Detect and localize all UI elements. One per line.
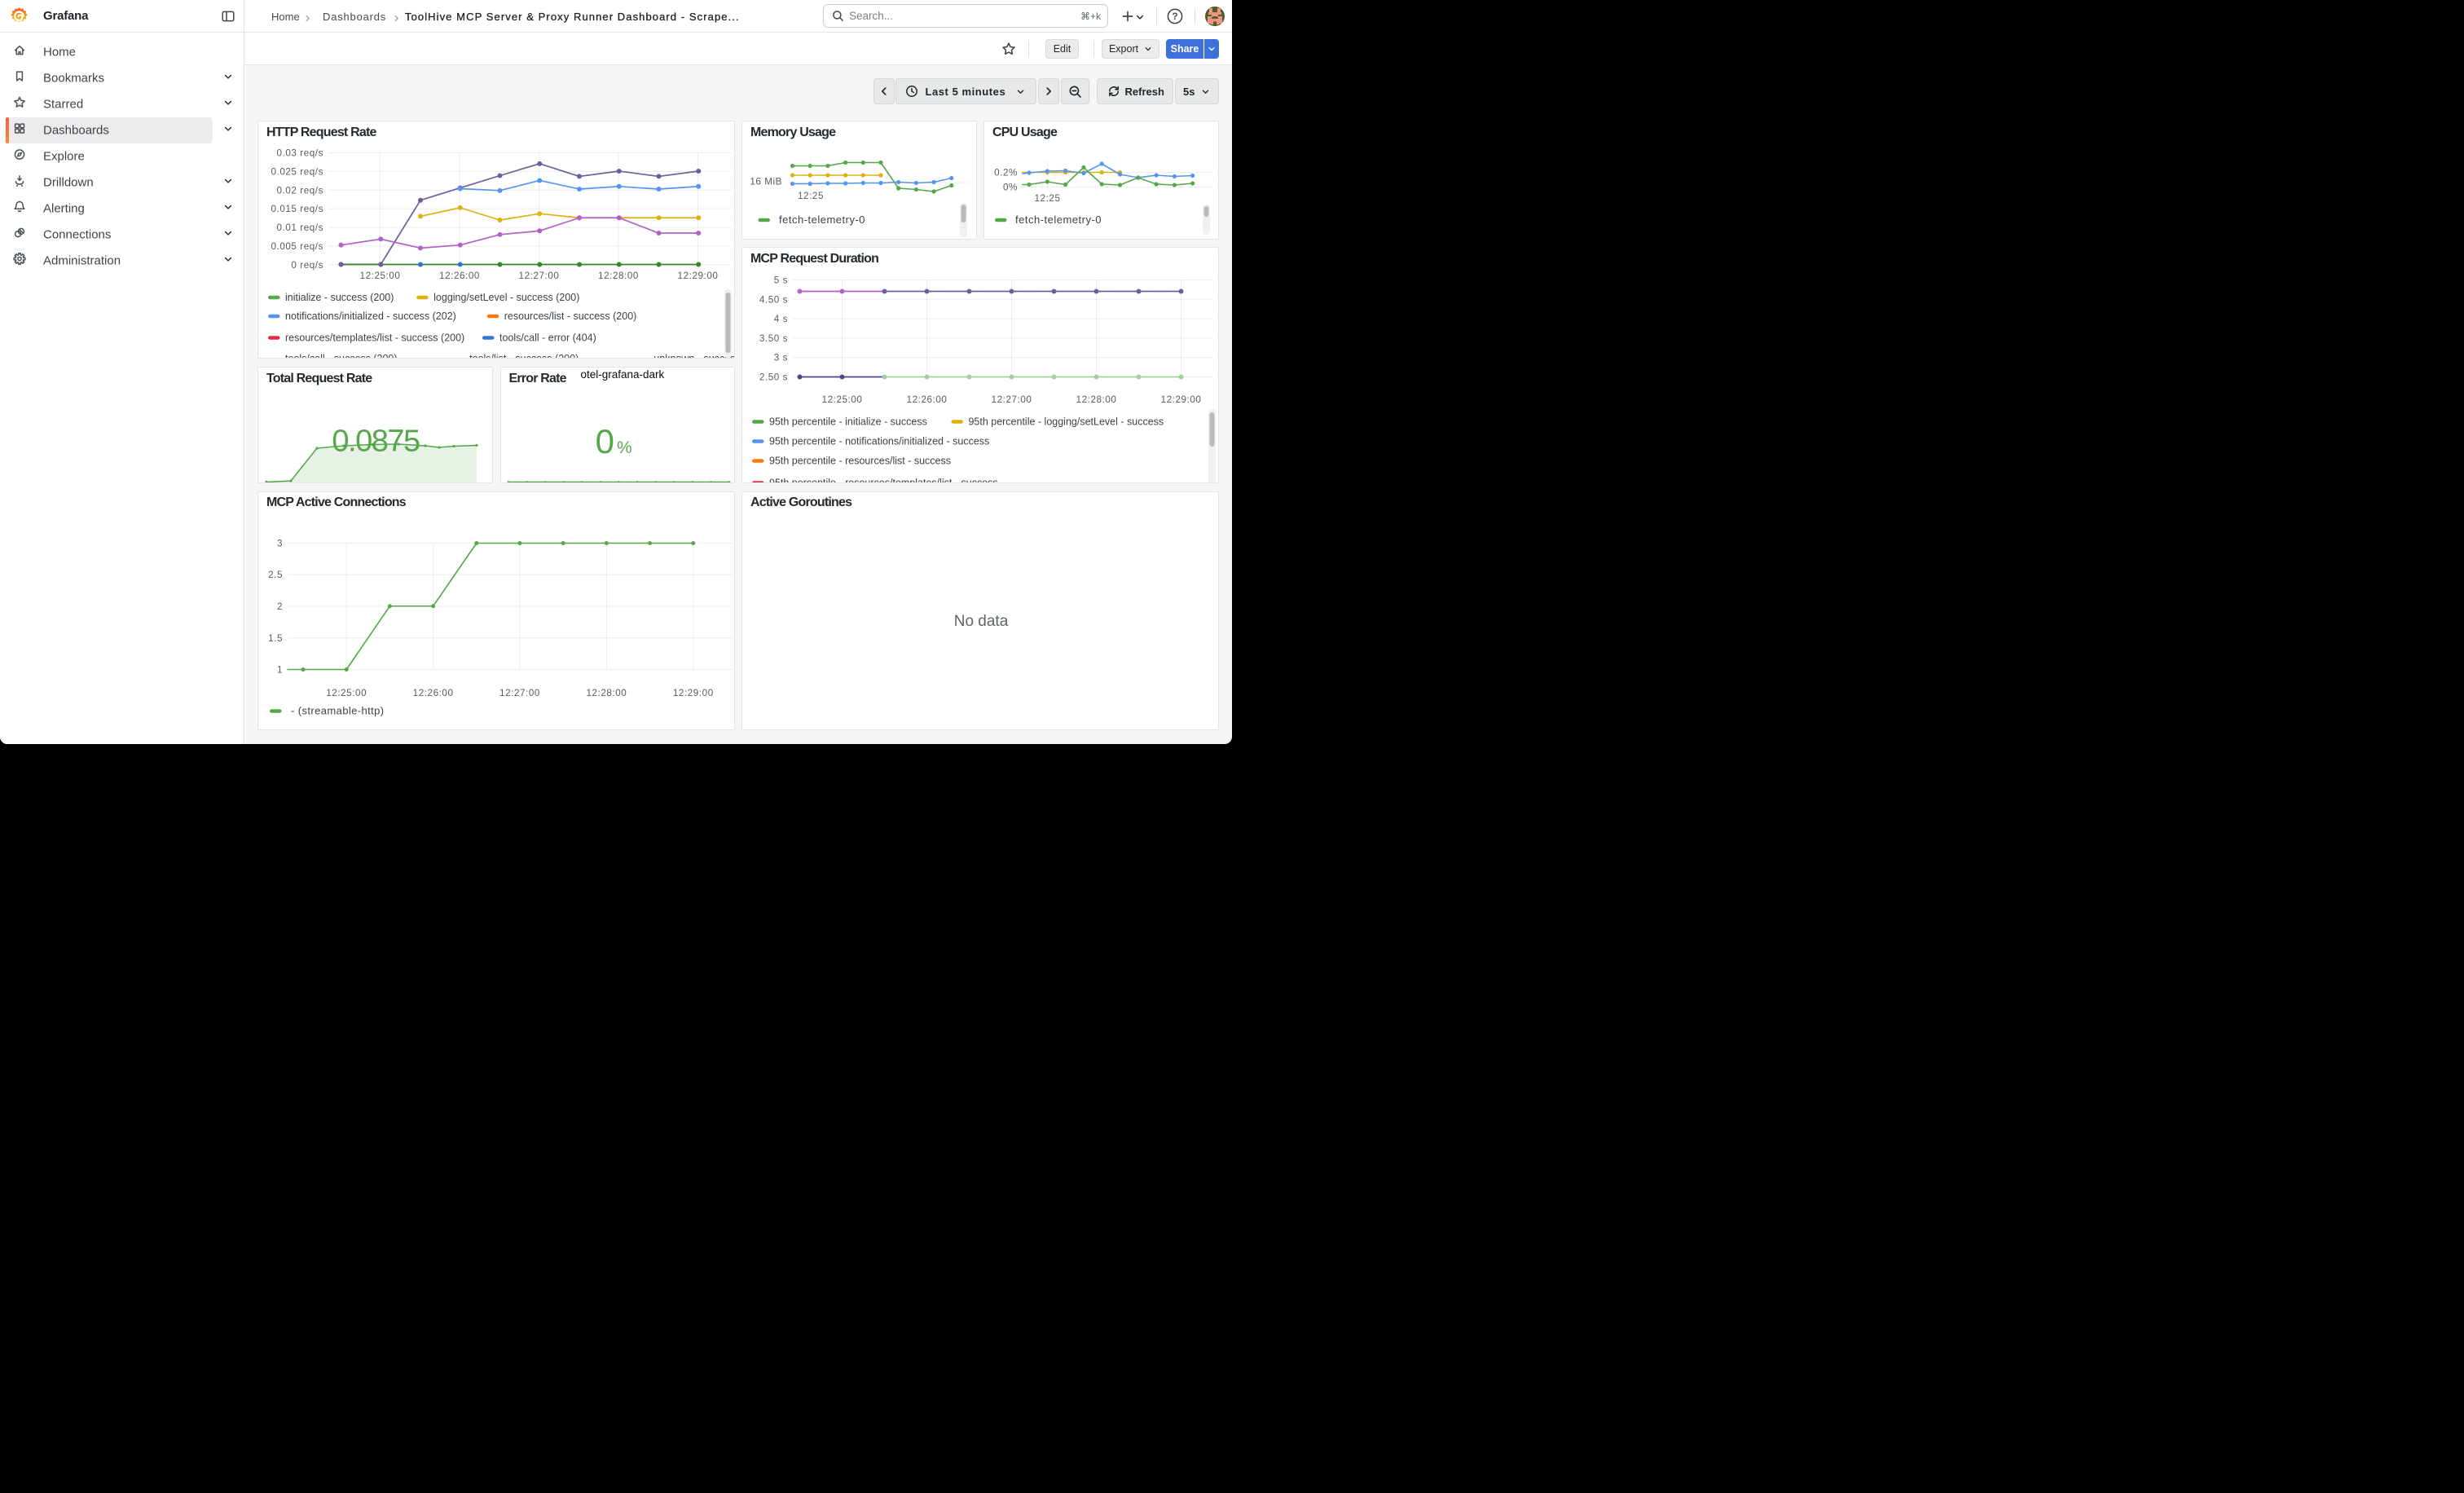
svg-text:12:28:00: 12:28:00 [1076,394,1117,405]
svg-text:12:25: 12:25 [1035,193,1061,204]
svg-text:16 MiB: 16 MiB [750,177,782,187]
svg-text:12:28:00: 12:28:00 [586,688,627,698]
svg-text:0.02 req/s: 0.02 req/s [277,185,323,196]
svg-text:0.03 req/s: 0.03 req/s [277,148,323,159]
svg-text:fetch-telemetry-0: fetch-telemetry-0 [1015,214,1102,226]
svg-text:initialize - success (200): initialize - success (200) [285,292,394,303]
svg-text:3.50 s: 3.50 s [759,333,788,344]
svg-text:12:26:00: 12:26:00 [439,271,480,281]
svg-text:0.005 req/s: 0.005 req/s [271,241,323,252]
svg-text:tools/call - error (404): tools/call - error (404) [499,333,596,344]
svg-text:12:25:00: 12:25:00 [326,688,367,698]
svg-text:1: 1 [277,664,283,675]
svg-text:12:29:00: 12:29:00 [673,688,714,698]
svg-text:4 s: 4 s [774,314,788,324]
svg-text:fetch-telemetry-0: fetch-telemetry-0 [779,214,865,226]
svg-text:4.50 s: 4.50 s [759,294,788,305]
svg-text:0%: 0% [1003,183,1018,193]
svg-text:resources/templates/list - suc: resources/templates/list - success (200) [285,333,464,344]
svg-text:12:29:00: 12:29:00 [1161,394,1202,405]
svg-text:%: % [617,438,632,457]
svg-text:12:27:00: 12:27:00 [992,394,1032,405]
svg-text:12:27:00: 12:27:00 [499,688,540,698]
svg-text:tools/call - success (200): tools/call - success (200) [285,353,398,359]
svg-text:5 s: 5 s [774,275,788,286]
svg-text:12:25:00: 12:25:00 [360,271,401,281]
svg-text:12:25:00: 12:25:00 [822,394,863,405]
svg-text:3 s: 3 s [774,353,788,363]
svg-text:95th percentile - resources/li: 95th percentile - resources/list - succe… [769,456,951,467]
svg-text:12:26:00: 12:26:00 [413,688,454,698]
svg-text:2: 2 [277,601,283,612]
svg-text:95th percentile - notification: 95th percentile - notifications/initiali… [769,436,989,447]
svg-text:12:26:00: 12:26:00 [907,394,948,405]
svg-text:2.5: 2.5 [268,570,283,580]
svg-text:12:29:00: 12:29:00 [678,271,719,281]
svg-text:12:27:00: 12:27:00 [519,271,560,281]
svg-text:0: 0 [595,422,614,460]
svg-text:notifications/initialized - su: notifications/initialized - success (202… [285,310,456,322]
svg-text:logging/setLevel - success (20: logging/setLevel - success (200) [433,292,579,303]
svg-text:0.015 req/s: 0.015 req/s [271,204,323,214]
svg-text:- (streamable-http): - (streamable-http) [291,704,385,716]
svg-text:0 req/s: 0 req/s [291,260,323,271]
svg-text:0.2%: 0.2% [994,168,1018,178]
svg-text:95th percentile - initialize -: 95th percentile - initialize - success [769,416,927,428]
svg-text:?: ? [1172,12,1177,22]
svg-text:0.0875: 0.0875 [332,425,420,459]
svg-text:tools/list - success (200): tools/list - success (200) [469,353,579,359]
svg-text:3: 3 [277,538,283,548]
svg-text:95th percentile - logging/setL: 95th percentile - logging/setLevel - suc… [968,416,1164,428]
svg-text:resources/list - success (200): resources/list - success (200) [504,310,637,322]
svg-text:0.01 req/s: 0.01 req/s [277,222,323,233]
svg-text:0.025 req/s: 0.025 req/s [271,166,323,177]
svg-text:2.50 s: 2.50 s [759,372,788,383]
svg-text:12:25: 12:25 [798,191,824,201]
svg-text:12:28:00: 12:28:00 [598,271,639,281]
svg-text:1.5: 1.5 [268,632,283,643]
svg-text:unknown - success (200): unknown - success (200) [653,353,735,359]
svg-text:95th percentile - resources/te: 95th percentile - resources/templates/li… [769,478,998,483]
